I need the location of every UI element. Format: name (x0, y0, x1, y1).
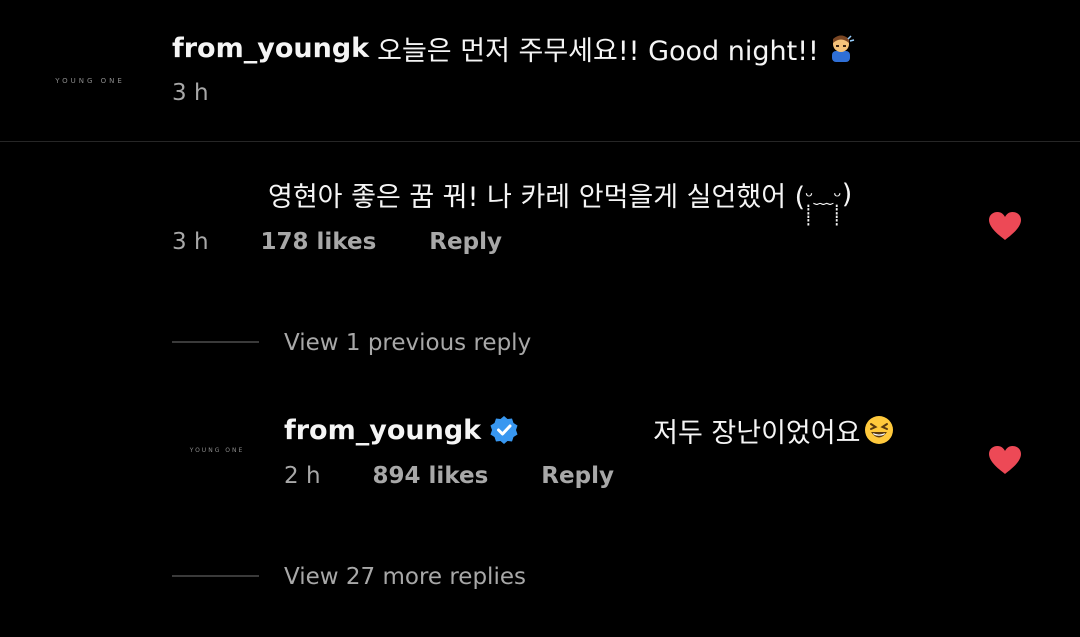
avatar-logo-text: YOUNG ONE (189, 446, 245, 454)
comment-text-rest: ! 나 카레 안먹을게 실언했어 ( (467, 181, 806, 213)
comment-line: 영현아 좋은 꿈 꿔 ! 나 카레 안먹을게 실언했어 ( ᵕ̣̣̣̣̣̣﹏ᵕ̣… (268, 174, 852, 214)
caption-avatar[interactable]: YOUNG ONE (30, 50, 150, 112)
caption-time: 3 h (172, 80, 209, 106)
view-previous-replies-button[interactable]: View 1 previous reply (284, 330, 531, 356)
thread-line (172, 341, 259, 343)
reply-text: 저두 장난이었어요 (653, 417, 861, 449)
person-bowing-emoji (831, 35, 855, 62)
comment-text-end: ) (841, 178, 853, 210)
reply-meta: 2 h 894 likes Reply (284, 463, 614, 489)
reply-time: 2 h (284, 463, 321, 489)
avatar-logo-text: YOUNG ONE (55, 77, 125, 85)
reply-line: from_youngk 저두 장난이었어요 (284, 410, 984, 450)
thread-line (172, 575, 259, 577)
reply-likes[interactable]: 894 likes (373, 463, 489, 489)
comment-time: 3 h (172, 229, 209, 255)
reply-reply-button[interactable]: Reply (541, 463, 614, 489)
reply-avatar[interactable]: YOUNG ONE (172, 414, 262, 486)
comment-kaomoji: ᵕ̣̣̣̣̣̣﹏ᵕ̣̣̣̣̣̣ (805, 183, 842, 208)
verified-badge-icon (490, 416, 518, 444)
heart-filled-icon[interactable] (988, 211, 1022, 241)
caption-line: from_youngk 오늘은 먼저 주무세요!! Good night!! (172, 28, 855, 68)
view-more-replies-button[interactable]: View 27 more replies (284, 564, 526, 590)
divider (0, 141, 1080, 142)
comment-reply-button[interactable]: Reply (429, 229, 502, 255)
grinning-squinting-face-emoji (865, 416, 894, 444)
reply-username[interactable]: from_youngk (284, 415, 481, 446)
comment-text: 영현아 좋은 꿈 꿔 (268, 181, 468, 213)
heart-filled-icon[interactable] (988, 445, 1022, 475)
caption-username[interactable]: from_youngk (172, 33, 369, 64)
comment-meta: 3 h 178 likes Reply (172, 229, 502, 255)
caption-text: 오늘은 먼저 주무세요!! Good night!! (377, 35, 819, 67)
comment-likes[interactable]: 178 likes (261, 229, 377, 255)
